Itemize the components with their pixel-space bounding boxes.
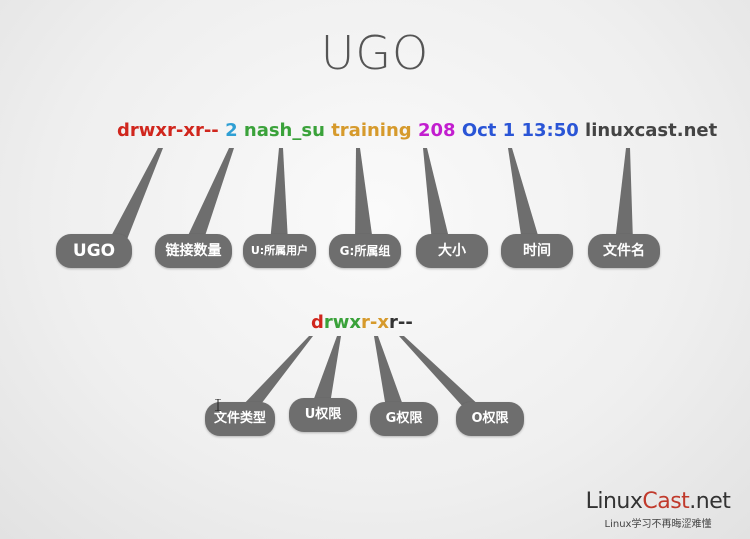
label-ugo: UGO — [56, 234, 132, 268]
label-filename: 文件名 — [588, 234, 660, 268]
label-link-count: 链接数量 — [155, 234, 232, 268]
label-size: 大小 — [416, 234, 488, 268]
pointer-time — [508, 148, 540, 242]
callout-pointers — [108, 148, 633, 408]
pointer-filename — [615, 148, 633, 242]
label-owner: U:所属用户 — [243, 234, 316, 268]
logo-accent: Cast — [642, 489, 690, 514]
logo-suffix: .net — [689, 489, 731, 514]
pointer-links — [185, 148, 234, 242]
label-g-perm: G权限 — [370, 402, 438, 436]
label-time: 时间 — [501, 234, 573, 268]
pointer-o — [399, 336, 482, 408]
label-u-perm: U权限 — [289, 398, 357, 432]
pointer-group — [355, 148, 373, 242]
pointer-g — [374, 336, 404, 408]
linuxcast-logo: LinuxCast.net Linux学习不再晦涩难懂 — [583, 489, 733, 530]
pointer-owner — [270, 148, 288, 242]
label-group: G:所属组 — [329, 234, 401, 268]
text-cursor-icon — [215, 399, 221, 411]
label-o-perm: O权限 — [456, 402, 524, 436]
pointer-ugo — [108, 148, 163, 242]
pointer-size — [423, 148, 450, 242]
logo-tagline: Linux学习不再晦涩难懂 — [604, 519, 712, 530]
logo-prefix: Linux — [585, 489, 643, 514]
pointer-u — [312, 336, 341, 404]
